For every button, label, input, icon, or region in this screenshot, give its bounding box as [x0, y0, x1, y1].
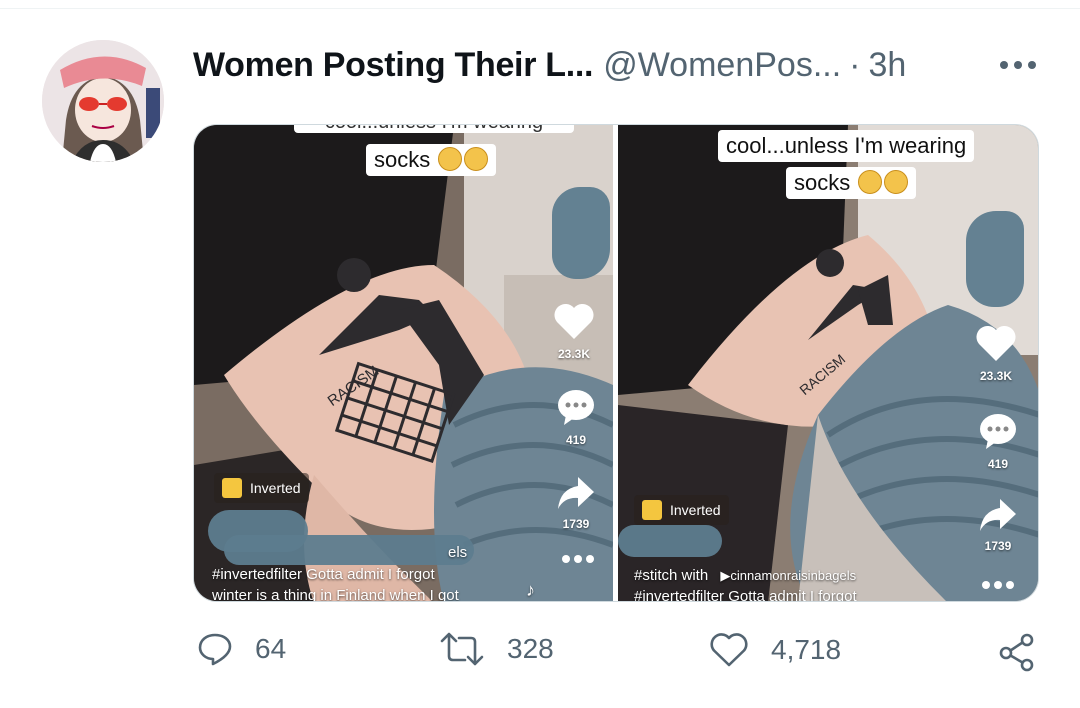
separator: ·	[849, 45, 861, 84]
timestamp[interactable]: 3h	[868, 46, 906, 85]
like-stat-right[interactable]: 23.3K	[974, 323, 1018, 383]
desc-right-line1: #stitch with ▶cinnamonraisinbagels	[634, 567, 856, 584]
like-button[interactable]: 4,718	[709, 632, 841, 668]
stitch-link[interactable]: ▶cinnamonraisinbagels	[720, 568, 856, 583]
effect-badge-left-label: Inverted	[250, 480, 301, 496]
redaction-blob	[224, 535, 474, 565]
reply-count: 64	[255, 633, 287, 664]
comment-stat-right[interactable]: 419	[978, 411, 1018, 471]
avatar[interactable]	[42, 40, 164, 162]
retweet-button[interactable]: 328	[439, 632, 554, 666]
more-horizontal-icon	[1000, 61, 1036, 69]
sparkle-icon	[222, 478, 242, 498]
heart-icon	[554, 303, 594, 339]
desc-left-line1-end: els	[448, 544, 468, 561]
share-icon	[999, 633, 1034, 672]
caption-cut-left: cool...unless I'm wearing	[294, 125, 574, 133]
share-stat-left[interactable]: 1739	[556, 475, 596, 531]
crying-emoji-icon	[464, 147, 489, 171]
redaction-blob	[552, 187, 610, 279]
reply-button[interactable]: 64	[197, 632, 286, 666]
more-video-button-right[interactable]	[980, 579, 1016, 591]
author-handle[interactable]: @WomenPos...	[603, 46, 841, 85]
avatar-image	[42, 40, 164, 162]
more-video-button-left[interactable]	[560, 553, 596, 565]
desc-left-line2: #invertedfilter Gotta admit I forgot	[212, 566, 435, 583]
share-button[interactable]	[997, 632, 1059, 672]
share-count-right: 1739	[984, 539, 1012, 553]
sparkle-icon	[642, 500, 662, 520]
share-arrow-icon	[558, 477, 594, 509]
effect-badge-right[interactable]: Inverted	[634, 495, 729, 525]
like-count: 4,718	[771, 634, 842, 665]
comment-stat-left[interactable]: 419	[556, 387, 596, 447]
comment-count-right: 419	[987, 457, 1009, 471]
caption-right-text: socks	[794, 170, 851, 195]
comment-bubble-icon	[980, 414, 1016, 449]
like-count-right: 23.3K	[979, 369, 1013, 383]
author-name[interactable]: Women Posting Their L...	[193, 46, 593, 85]
effect-badge-right-label: Inverted	[670, 502, 721, 518]
share-arrow-icon	[980, 499, 1016, 531]
caption-left: socks	[366, 144, 497, 176]
crying-emoji-icon	[438, 147, 463, 171]
comment-count-left: 419	[565, 433, 587, 447]
caption-right-line1: cool...unless I'm wearing	[718, 130, 975, 162]
effect-badge-left[interactable]: Inverted	[214, 473, 309, 503]
like-count-left: 23.3K	[557, 347, 591, 361]
reply-icon	[198, 633, 232, 666]
redaction-blob	[966, 211, 1024, 307]
crying-emoji-icon	[858, 170, 883, 194]
tweet-actions: 64 328 4,718	[193, 632, 1039, 682]
tweet-media[interactable]: RACISM cool...unless I'm wearing socks 2…	[193, 124, 1039, 602]
desc-right-line1-a: #stitch with	[634, 567, 709, 584]
top-divider	[0, 8, 1080, 9]
desc-right-line2: #invertedfilter Gotta admit I forgot	[634, 588, 857, 602]
retweet-count: 328	[507, 633, 554, 664]
share-count-left: 1739	[562, 517, 590, 531]
like-stat-left[interactable]: 23.3K	[552, 301, 596, 361]
comment-bubble-icon	[558, 390, 594, 425]
more-options-button[interactable]	[994, 50, 1044, 80]
redaction-blob	[618, 525, 722, 557]
share-stat-right[interactable]: 1739	[978, 497, 1018, 553]
more-horizontal-icon	[562, 555, 594, 563]
desc-left-line3: winter is a thing in Finland when I got	[212, 587, 459, 602]
heart-icon	[976, 325, 1016, 361]
media-image-right[interactable]: RACISM cool...unless I'm wearing socks 2…	[618, 125, 1038, 602]
crying-emoji-icon	[884, 170, 909, 194]
tweet-header: Women Posting Their L... @WomenPos... · …	[193, 40, 906, 90]
heart-icon	[710, 633, 748, 667]
retweet-icon	[440, 632, 484, 666]
caption-left-text: socks	[374, 147, 431, 172]
music-note-icon: ♪	[526, 580, 535, 600]
media-image-left[interactable]: RACISM cool...unless I'm wearing socks 2…	[194, 125, 613, 602]
more-horizontal-icon	[982, 581, 1014, 589]
caption-right-line2: socks	[786, 167, 917, 199]
